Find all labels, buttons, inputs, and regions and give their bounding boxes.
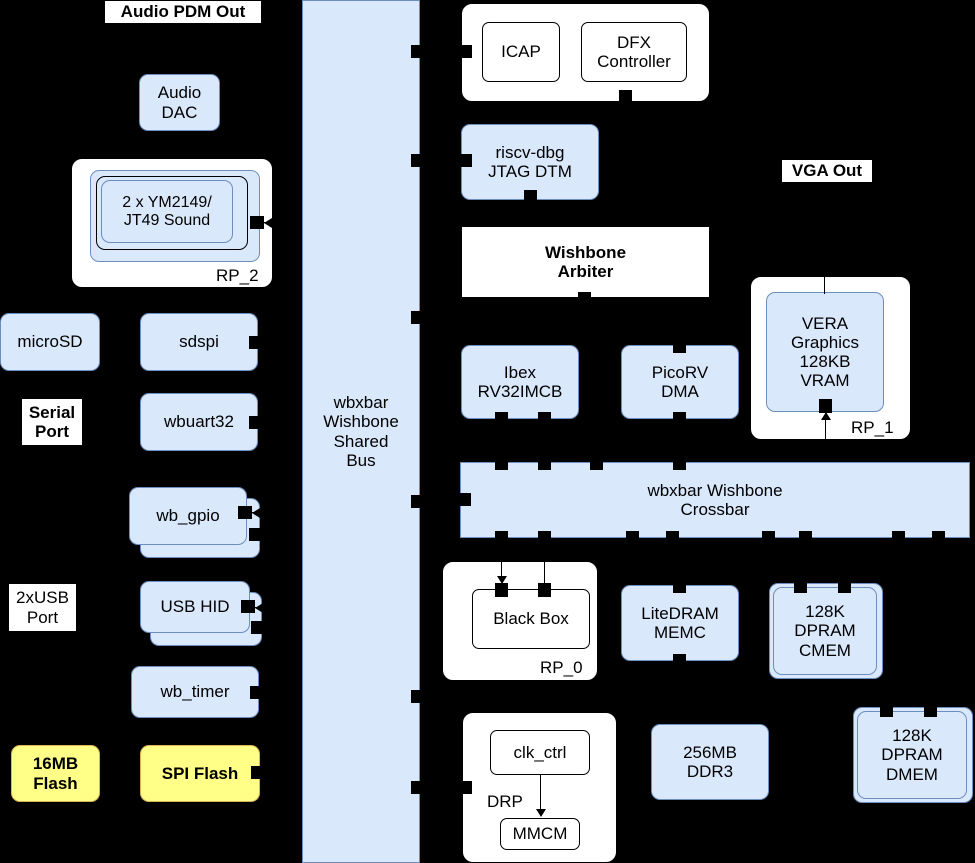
block-128k-dpram-dmem[interactable]: 128K DPRAM DMEM (857, 711, 967, 799)
port-rp2-right (250, 216, 264, 229)
block-128k-dpram-cmem[interactable]: 128K DPRAM CMEM (773, 587, 877, 675)
port-dpram-cmem-top-a (794, 579, 807, 593)
label-audio-pdm-out: Audio PDM Out (105, 1, 261, 23)
port-vera-bottom (819, 399, 832, 413)
arrow-wbgpio-in (252, 508, 260, 518)
port-wbtimer-right (250, 686, 264, 699)
wire-clkctrl-to-mmcm (540, 775, 541, 812)
block-wishbone-arbiter[interactable]: Wishbone Arbiter (461, 226, 710, 298)
port-riscvdbg-left (458, 154, 472, 167)
port-crossbar-top-ibex-a (495, 456, 508, 470)
rp2-tag: RP_2 (216, 266, 259, 285)
port-crossbar-bottom-h (932, 531, 945, 545)
port-crossbar-bottom-g (892, 531, 905, 545)
port-dpram-cmem-top-b (838, 579, 851, 593)
label-vga-out: VGA Out (782, 160, 872, 182)
arrow-usbhid-in (255, 603, 263, 613)
port-crossbar-bottom-d (666, 531, 679, 545)
port-dpram-dmem-top-b (924, 703, 937, 717)
port-bus-right-crossbar (411, 495, 425, 508)
block-dfx-controller[interactable]: DFX Controller (581, 22, 687, 82)
port-crossbar-bottom-c (626, 531, 639, 545)
port-sdspi-right (249, 336, 263, 349)
port-usbhid-right (241, 600, 255, 613)
port-blackbox-top-b (538, 583, 551, 597)
port-crossbar-bottom-b (538, 531, 551, 545)
port-crossbar-top-picorv (673, 456, 686, 470)
block-black-box[interactable]: Black Box (472, 589, 590, 649)
port-bus-right-rp0 (411, 690, 425, 703)
arrow-clkctrl-to-mmcm (536, 809, 546, 817)
block-diagram-canvas: Audio PDM Out VGA Out Serial Port 2xUSB … (0, 0, 975, 863)
label-serial-port: Serial Port (22, 399, 82, 445)
wire-crossbar-to-blackbox-b (544, 545, 545, 583)
port-crossbar-bottom-e (762, 531, 775, 545)
port-clkctrl-left (458, 781, 472, 794)
port-bus-right-arbiter-2 (458, 311, 472, 324)
port-icapdfx-left (458, 45, 472, 58)
wire-vera-to-vga-out (824, 276, 825, 294)
port-blackbox-top-a (495, 583, 508, 597)
port-wbuart32-right (249, 416, 263, 429)
port-bus-right-riscvdbg (411, 154, 425, 167)
block-ym2149-jt49-sound[interactable]: 2 x YM2149/ JT49 Sound (101, 180, 233, 243)
port-crossbar-bottom-f (799, 531, 812, 545)
port-crossbar-bottom-a (495, 531, 508, 545)
port-crossbar-left (457, 493, 471, 506)
block-mmcm[interactable]: MMCM (500, 818, 580, 850)
wire-dfx-to-arbiter (625, 102, 626, 224)
label-drp: DRP (487, 792, 523, 811)
arrow-crossbar-to-blackbox (497, 576, 507, 584)
label-usb-port: 2xUSB Port (9, 584, 76, 631)
port-usbhid-stack-right (251, 621, 265, 634)
port-crossbar-top-ibex-b (538, 456, 551, 470)
block-spi-flash[interactable]: SPI Flash (140, 745, 260, 802)
block-wbxbar-shared-bus[interactable]: wbxbar Wishbone Shared Bus (302, 0, 420, 863)
port-arbiter-bottom (578, 292, 591, 306)
wire-crossbar-to-blackbox-a (501, 545, 502, 577)
block-256mb-ddr3[interactable]: 256MB DDR3 (651, 724, 769, 800)
arrow-crossbar-to-vera (821, 412, 831, 420)
rp0-tag: RP_0 (540, 658, 583, 677)
port-picorv-bottom (673, 412, 686, 426)
rp1-tag: RP_1 (851, 418, 894, 437)
block-ibex-rv32imcb[interactable]: Ibex RV32IMCB (461, 345, 579, 419)
port-spiflash-right (251, 766, 265, 779)
port-ibex-bottom-b (538, 412, 551, 426)
port-wbgpio-right (238, 506, 252, 519)
block-wb-timer[interactable]: wb_timer (131, 666, 259, 718)
block-audio-dac[interactable]: Audio DAC (139, 74, 220, 131)
block-16mb-flash[interactable]: 16MB Flash (11, 745, 100, 802)
block-wbuart32[interactable]: wbuart32 (140, 393, 258, 451)
block-wb-gpio[interactable]: wb_gpio (129, 487, 247, 545)
arrow-rp2-in (264, 218, 272, 228)
block-picorv-dma[interactable]: PicoRV DMA (621, 345, 739, 419)
port-bus-right-icap (411, 45, 425, 58)
block-vera-graphics[interactable]: VERA Graphics 128KB VRAM (766, 292, 884, 412)
block-wbxbar-crossbar[interactable]: wbxbar Wishbone Crossbar (460, 462, 970, 538)
block-litedram-memc[interactable]: LiteDRAM MEMC (621, 585, 739, 661)
port-bus-right-clkctrl (411, 781, 425, 794)
block-riscv-dbg-jtag-dtm[interactable]: riscv-dbg JTAG DTM (461, 124, 599, 200)
port-wbgpio-stack-right (249, 528, 263, 541)
port-dpram-dmem-top-a (880, 703, 893, 717)
block-clk-ctrl[interactable]: clk_ctrl (490, 730, 590, 775)
block-microsd[interactable]: microSD (0, 313, 100, 371)
block-icap[interactable]: ICAP (482, 22, 560, 82)
port-crossbar-top-c (590, 456, 603, 470)
port-litedram-bottom (673, 654, 686, 668)
port-picorv-top (673, 339, 686, 353)
port-ibex-bottom-a (495, 412, 508, 426)
port-bus-right-arbiter (411, 311, 425, 324)
port-litedram-top (673, 579, 686, 593)
block-sdspi[interactable]: sdspi (140, 313, 258, 371)
block-usb-hid[interactable]: USB HID (140, 581, 250, 633)
